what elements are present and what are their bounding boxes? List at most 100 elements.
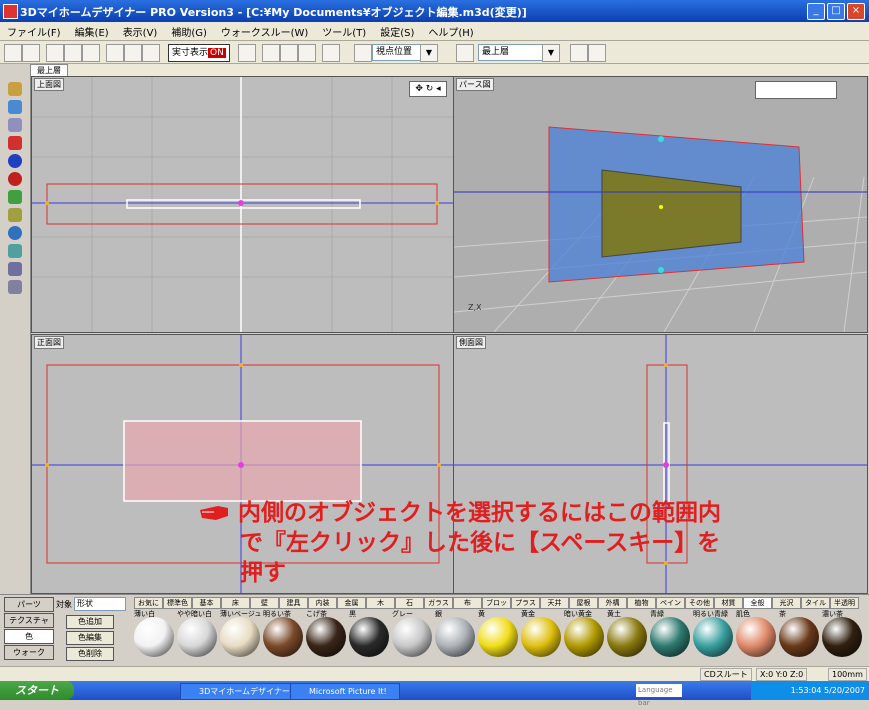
material-tab[interactable]: 内装 bbox=[308, 597, 337, 609]
cube-tool-icon[interactable] bbox=[8, 136, 22, 150]
material-tab[interactable]: 金属 bbox=[337, 597, 366, 609]
material-tab[interactable]: 材質 bbox=[714, 597, 743, 609]
context-help-icon[interactable] bbox=[588, 44, 606, 62]
material-tab[interactable]: 天井 bbox=[540, 597, 569, 609]
material-swatch[interactable] bbox=[220, 617, 260, 657]
material-tab[interactable]: 光沢 bbox=[772, 597, 801, 609]
material-tab[interactable]: 全般 bbox=[743, 597, 772, 609]
menu-tools[interactable]: ツール(T) bbox=[315, 24, 373, 39]
tab-texture[interactable]: テクスチャ bbox=[4, 613, 54, 628]
menu-view[interactable]: 表示(V) bbox=[116, 24, 165, 39]
material-tab[interactable]: 石 bbox=[395, 597, 424, 609]
material-tab[interactable]: 半透明 bbox=[830, 597, 859, 609]
cylinder-tool-icon[interactable] bbox=[8, 172, 22, 186]
material-swatch[interactable] bbox=[435, 617, 475, 657]
material-swatch[interactable] bbox=[177, 617, 217, 657]
material-swatch[interactable] bbox=[650, 617, 690, 657]
material-tab[interactable]: 標準色 bbox=[163, 597, 192, 609]
material-swatch[interactable] bbox=[392, 617, 432, 657]
zoom-in-icon[interactable] bbox=[124, 44, 142, 62]
material-tab[interactable]: プラスチック bbox=[511, 597, 540, 609]
material-tab[interactable]: ブロック bbox=[482, 597, 511, 609]
material-swatch[interactable] bbox=[779, 617, 819, 657]
two-view-icon[interactable] bbox=[280, 44, 298, 62]
view-mode-arrow[interactable]: ▼ bbox=[420, 44, 438, 62]
floor-combo[interactable]: 最上層 bbox=[478, 44, 543, 61]
menu-help[interactable]: ヘルプ(H) bbox=[421, 24, 480, 39]
delete-color-button[interactable]: 色削除 bbox=[66, 647, 114, 661]
material-tab[interactable]: タイル bbox=[801, 597, 830, 609]
door-tool-icon[interactable] bbox=[8, 118, 22, 132]
tab-top-floor[interactable]: 最上層 bbox=[30, 64, 68, 76]
material-tab[interactable]: 屋根 bbox=[569, 597, 598, 609]
material-tab[interactable]: 建具 bbox=[279, 597, 308, 609]
tab-parts[interactable]: パーツ bbox=[4, 597, 54, 612]
stairs-tool-icon[interactable] bbox=[8, 190, 22, 204]
edit-color-button[interactable]: 色編集 bbox=[66, 631, 114, 645]
material-tab[interactable]: お気に入り bbox=[134, 597, 163, 609]
save-icon[interactable] bbox=[82, 44, 100, 62]
plant-tool-icon[interactable] bbox=[8, 208, 22, 222]
material-tab[interactable]: 植物 bbox=[627, 597, 656, 609]
new-file-icon[interactable] bbox=[46, 44, 64, 62]
material-swatch[interactable] bbox=[693, 617, 733, 657]
material-tab[interactable]: 基本 bbox=[192, 597, 221, 609]
shape-tool-icon[interactable] bbox=[8, 244, 22, 258]
material-tab[interactable]: 布 bbox=[453, 597, 482, 609]
floor-arrow[interactable]: ▼ bbox=[542, 44, 560, 62]
four-view-icon[interactable] bbox=[298, 44, 316, 62]
perspective-viewport[interactable]: パース図 Z,X bbox=[453, 76, 868, 333]
view-mode-icon[interactable] bbox=[354, 44, 372, 62]
material-swatch[interactable] bbox=[521, 617, 561, 657]
maximize-button[interactable]: □ bbox=[827, 3, 845, 20]
view-mode-combo[interactable]: 視点位置 bbox=[372, 44, 421, 61]
add-color-button[interactable]: 色追加 bbox=[66, 615, 114, 629]
single-view-icon[interactable] bbox=[262, 44, 280, 62]
menu-file[interactable]: ファイル(F) bbox=[0, 24, 68, 39]
material-swatch[interactable] bbox=[607, 617, 647, 657]
minimize-button[interactable]: _ bbox=[807, 3, 825, 20]
material-swatch[interactable] bbox=[822, 617, 862, 657]
language-bar[interactable]: Language bar bbox=[636, 684, 682, 707]
material-swatch[interactable] bbox=[349, 617, 389, 657]
material-tab[interactable]: 壁 bbox=[250, 597, 279, 609]
zoom-fit-icon[interactable] bbox=[106, 44, 124, 62]
zoom-out-icon[interactable] bbox=[142, 44, 160, 62]
menu-edit[interactable]: 編集(E) bbox=[68, 24, 116, 39]
view-navigation-control[interactable]: ✥ ↻ ◂ bbox=[409, 81, 447, 97]
close-button[interactable]: × bbox=[847, 3, 865, 20]
material-swatch[interactable] bbox=[478, 617, 518, 657]
tab-color[interactable]: 色 bbox=[4, 629, 54, 644]
tab-walk[interactable]: ウォーク bbox=[4, 645, 54, 660]
material-tab[interactable]: その他 bbox=[685, 597, 714, 609]
menu-walkthrough[interactable]: ウォークスルー(W) bbox=[214, 24, 315, 39]
material-swatch[interactable] bbox=[263, 617, 303, 657]
perspective-navigation-control[interactable] bbox=[755, 81, 837, 99]
object-icon[interactable] bbox=[322, 44, 340, 62]
help-icon[interactable] bbox=[570, 44, 588, 62]
sphere-tool-icon[interactable] bbox=[8, 154, 22, 168]
grid-icon[interactable] bbox=[238, 44, 256, 62]
task-3d-madrid[interactable]: 3Dマイホームデザイナー bbox=[180, 683, 300, 700]
target-select[interactable]: 形状 bbox=[74, 597, 126, 611]
torus-tool-icon[interactable] bbox=[8, 226, 22, 240]
menu-settings[interactable]: 設定(S) bbox=[373, 24, 421, 39]
menu-assist[interactable]: 補助(G) bbox=[164, 24, 214, 39]
task-picture-it[interactable]: Microsoft Picture It! bbox=[290, 683, 400, 700]
material-swatch[interactable] bbox=[736, 617, 776, 657]
pencil-icon[interactable] bbox=[456, 44, 474, 62]
select-tool-icon[interactable] bbox=[4, 44, 22, 62]
material-tab[interactable]: ペイント bbox=[656, 597, 685, 609]
material-swatch[interactable] bbox=[306, 617, 346, 657]
material-tab[interactable]: ガラス bbox=[424, 597, 453, 609]
wall-tool-icon[interactable] bbox=[8, 100, 22, 114]
material-tab[interactable]: 外構 bbox=[598, 597, 627, 609]
start-button[interactable]: スタート bbox=[0, 681, 74, 700]
material-tab[interactable]: 床 bbox=[221, 597, 250, 609]
misc-tool-icon[interactable] bbox=[8, 280, 22, 294]
open-file-icon[interactable] bbox=[64, 44, 82, 62]
actual-size-toggle[interactable]: 実寸表示 ON bbox=[168, 44, 230, 62]
group-tool-icon[interactable] bbox=[8, 262, 22, 276]
material-tab[interactable]: 木 bbox=[366, 597, 395, 609]
top-view-viewport[interactable]: 上面図 ✥ ↻ ◂ bbox=[31, 76, 454, 333]
